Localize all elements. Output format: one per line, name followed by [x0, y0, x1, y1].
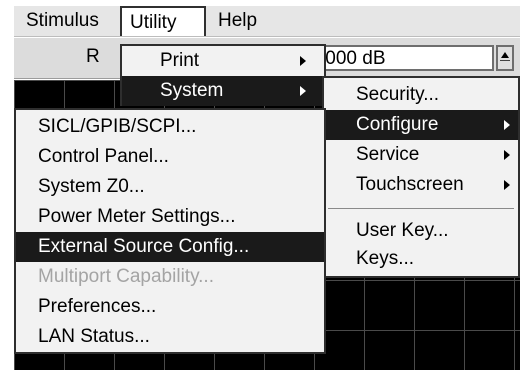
chevron-right-icon — [300, 56, 306, 66]
menu-item-label: Keys... — [356, 248, 415, 269]
menu-separator — [328, 208, 514, 209]
menu-item-system-z0[interactable]: System Z0... — [16, 172, 324, 202]
menu-item-label: Configure — [356, 114, 439, 135]
analyzer-window: Stimulus Utility Help R .000 dB Print Sy… — [0, 0, 525, 370]
menu-item-power-meter-settings[interactable]: Power Meter Settings... — [16, 202, 324, 232]
menu-item-label: External Source Config... — [38, 236, 250, 257]
menu-item-label: Touchscreen — [356, 174, 464, 195]
chevron-right-icon — [504, 180, 510, 190]
menubar: Stimulus Utility Help — [14, 6, 520, 37]
menu-item-print[interactable]: Print — [122, 46, 324, 76]
menu-item-label: Power Meter Settings... — [38, 206, 236, 227]
menu-item-multiport-capability: Multiport Capability... — [16, 262, 324, 292]
menu-item-label: Security... — [356, 84, 440, 105]
chevron-right-icon — [504, 150, 510, 160]
menu-stimulus[interactable]: Stimulus — [18, 6, 107, 36]
chevron-right-icon — [300, 86, 306, 96]
menu-item-label: System Z0... — [38, 176, 145, 197]
menu-item-label: Preferences... — [38, 296, 157, 317]
menu-item-touchscreen[interactable]: Touchscreen — [324, 170, 518, 200]
spin-up-icon[interactable] — [496, 45, 514, 71]
menu-item-label: LAN Status... — [38, 326, 150, 347]
menu-item-preferences[interactable]: Preferences... — [16, 292, 324, 322]
menu-item-user-key[interactable]: User Key... — [324, 216, 518, 246]
menu-item-sicl-gpib-scpi[interactable]: SICL/GPIB/SCPI... — [16, 112, 324, 142]
entry-label: R — [86, 46, 100, 67]
menu-item-label: Control Panel... — [38, 146, 169, 167]
menu-item-system[interactable]: System — [122, 76, 324, 106]
menu-item-lan-status[interactable]: LAN Status... — [16, 322, 324, 352]
menu-item-control-panel[interactable]: Control Panel... — [16, 142, 324, 172]
configure-menu: SICL/GPIB/SCPI... Control Panel... Syste… — [14, 108, 326, 354]
menu-help[interactable]: Help — [210, 6, 265, 36]
menu-item-label: SICL/GPIB/SCPI... — [38, 116, 197, 137]
menu-item-security[interactable]: Security... — [324, 80, 518, 110]
menu-item-label: Service — [356, 144, 420, 165]
menu-item-label: Print — [160, 50, 200, 71]
menu-item-label: User Key... — [356, 220, 449, 241]
menu-item-keys[interactable]: Keys... — [324, 244, 518, 274]
menu-item-external-source-config[interactable]: External Source Config... — [16, 232, 324, 262]
menu-item-configure[interactable]: Configure — [324, 110, 518, 140]
chevron-right-icon — [504, 120, 510, 130]
menu-item-label: System — [160, 80, 224, 101]
menu-item-label: Multiport Capability... — [38, 266, 214, 287]
menu-item-service[interactable]: Service — [324, 140, 518, 170]
system-menu: Security... Configure Service Touchscree… — [322, 76, 520, 278]
utility-menu: Print System — [120, 44, 326, 106]
menu-utility[interactable]: Utility — [120, 6, 206, 36]
